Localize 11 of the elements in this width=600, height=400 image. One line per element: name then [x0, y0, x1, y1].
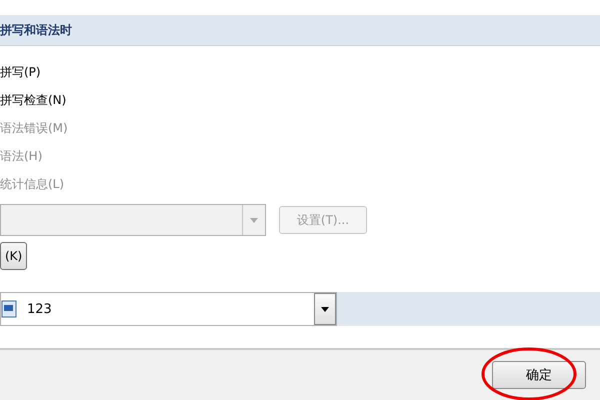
- option-label[interactable]: 拼写(P): [0, 62, 600, 82]
- option-label[interactable]: 拼写检查(N): [0, 90, 600, 110]
- ok-button[interactable]: 确定: [492, 361, 586, 389]
- dropdown-button[interactable]: [314, 293, 336, 325]
- dropdown-arrow-icon: [250, 218, 258, 222]
- recheck-button[interactable]: (K): [0, 242, 28, 270]
- document-icon: [1, 300, 17, 318]
- dropdown-arrow-icon: [321, 306, 329, 312]
- section-title: 拼写和语法时: [0, 22, 72, 38]
- document-dropdown[interactable]: 123: [0, 292, 337, 326]
- document-name: 123: [27, 302, 53, 316]
